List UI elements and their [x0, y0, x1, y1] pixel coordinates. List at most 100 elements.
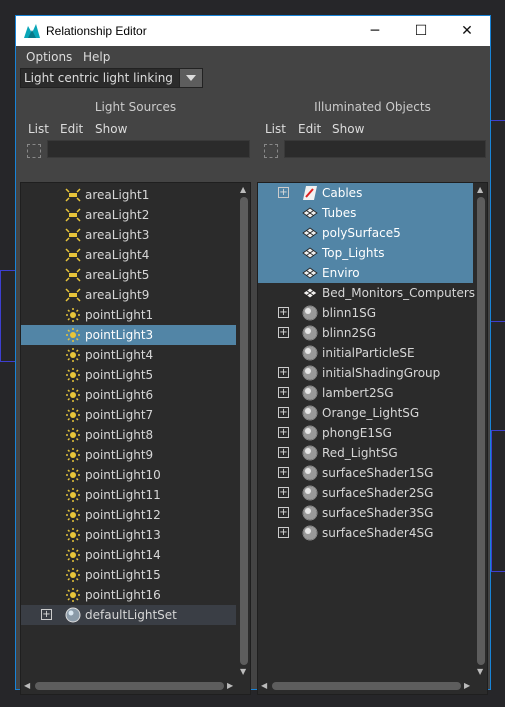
light-source-row[interactable]: pointLight14: [21, 545, 236, 565]
light-source-row[interactable]: areaLight1: [21, 185, 236, 205]
right-horizontal-scrollbar[interactable]: ◀ ▶: [258, 680, 475, 692]
light-source-row[interactable]: pointLight3: [21, 325, 236, 345]
maximize-button[interactable]: ☐: [398, 16, 444, 46]
expand-icon[interactable]: +: [278, 447, 289, 458]
right-menu-list[interactable]: List: [265, 122, 286, 136]
illuminated-object-row[interactable]: + surfaceShader2SG: [258, 483, 473, 503]
filter-icon[interactable]: [264, 144, 278, 158]
menu-help[interactable]: Help: [83, 50, 110, 64]
light-source-row[interactable]: pointLight7: [21, 405, 236, 425]
light-source-row[interactable]: pointLight8: [21, 425, 236, 445]
illuminated-object-row[interactable]: Enviro: [258, 263, 473, 283]
light-source-row[interactable]: pointLight11: [21, 485, 236, 505]
filter-icon[interactable]: [27, 144, 41, 158]
light-source-row[interactable]: pointLight6: [21, 385, 236, 405]
illuminated-object-row[interactable]: + surfaceShader3SG: [258, 503, 473, 523]
scrollbar-thumb[interactable]: [240, 197, 248, 665]
illuminated-object-row[interactable]: + initialShadingGroup: [258, 363, 473, 383]
expand-icon[interactable]: +: [278, 307, 289, 318]
light-source-row[interactable]: areaLight5: [21, 265, 236, 285]
right-menu-edit[interactable]: Edit: [298, 122, 321, 136]
point-light-icon: [65, 545, 81, 565]
expand-icon[interactable]: +: [278, 487, 289, 498]
light-source-label: pointLight15: [85, 568, 161, 582]
illuminated-object-row[interactable]: Tubes: [258, 203, 473, 223]
illuminated-object-row[interactable]: polySurface5: [258, 223, 473, 243]
left-menu-show[interactable]: Show: [95, 122, 127, 136]
light-source-row[interactable]: pointLight5: [21, 365, 236, 385]
scrollbar-thumb[interactable]: [272, 682, 461, 690]
illuminated-object-row[interactable]: + Red_LightSG: [258, 443, 473, 463]
viewport-wireframe: [0, 270, 16, 362]
light-source-row[interactable]: pointLight9: [21, 445, 236, 465]
minimize-button[interactable]: ─: [352, 16, 398, 46]
point-light-icon: [65, 325, 81, 345]
dropdown-arrow-button[interactable]: [179, 68, 203, 88]
scrollbar-thumb[interactable]: [35, 682, 224, 690]
light-sources-filter-input[interactable]: [47, 140, 250, 158]
illuminated-object-row[interactable]: + blinn1SG: [258, 303, 473, 323]
left-horizontal-scrollbar[interactable]: ◀ ▶: [21, 680, 238, 692]
scroll-left-arrow-icon[interactable]: ◀: [261, 681, 267, 691]
linking-mode-dropdown[interactable]: Light centric light linking: [20, 68, 202, 88]
expand-icon[interactable]: +: [278, 467, 289, 478]
scroll-down-arrow-icon[interactable]: ▼: [240, 667, 246, 677]
illuminated-object-row[interactable]: + Cables: [258, 183, 473, 203]
menu-options[interactable]: Options: [26, 50, 72, 64]
illuminated-object-label: surfaceShader2SG: [322, 486, 434, 500]
scroll-left-arrow-icon[interactable]: ◀: [24, 681, 30, 691]
light-source-row[interactable]: areaLight4: [21, 245, 236, 265]
left-menu-list[interactable]: List: [28, 122, 49, 136]
expand-icon[interactable]: +: [41, 609, 52, 620]
light-source-row[interactable]: areaLight3: [21, 225, 236, 245]
expand-icon[interactable]: +: [278, 527, 289, 538]
illuminated-object-row[interactable]: + phongE1SG: [258, 423, 473, 443]
illuminated-object-label: Orange_LightSG: [322, 406, 420, 420]
mesh-icon: [302, 203, 318, 223]
light-source-row[interactable]: pointLight4: [21, 345, 236, 365]
illuminated-object-row[interactable]: initialParticleSE: [258, 343, 473, 363]
light-source-row[interactable]: pointLight16: [21, 585, 236, 605]
expand-icon[interactable]: +: [278, 327, 289, 338]
light-source-row[interactable]: pointLight13: [21, 525, 236, 545]
illuminated-object-row[interactable]: + surfaceShader1SG: [258, 463, 473, 483]
expand-icon[interactable]: +: [278, 507, 289, 518]
light-source-row[interactable]: pointLight12: [21, 505, 236, 525]
light-source-row[interactable]: pointLight1: [21, 305, 236, 325]
scroll-up-arrow-icon[interactable]: ▲: [477, 185, 483, 195]
light-set-icon: [65, 605, 81, 625]
shading-group-icon: [302, 303, 318, 323]
light-source-row[interactable]: areaLight9: [21, 285, 236, 305]
illuminated-object-row[interactable]: + surfaceShader4SG: [258, 523, 473, 543]
light-source-row[interactable]: + defaultLightSet: [21, 605, 236, 625]
expand-icon[interactable]: +: [278, 187, 289, 198]
expand-icon[interactable]: +: [278, 367, 289, 378]
expand-icon[interactable]: +: [278, 387, 289, 398]
left-menu-edit[interactable]: Edit: [60, 122, 83, 136]
light-source-row[interactable]: pointLight15: [21, 565, 236, 585]
expand-icon[interactable]: +: [278, 427, 289, 438]
expand-icon[interactable]: +: [278, 407, 289, 418]
scroll-right-arrow-icon[interactable]: ▶: [227, 681, 233, 691]
illuminated-object-label: phongE1SG: [322, 426, 392, 440]
scrollbar-thumb[interactable]: [477, 197, 485, 665]
scroll-down-arrow-icon[interactable]: ▼: [477, 667, 483, 677]
maya-app-icon: [24, 24, 40, 38]
light-source-row[interactable]: pointLight10: [21, 465, 236, 485]
title-bar[interactable]: Relationship Editor ─ ☐ ✕: [16, 16, 490, 46]
close-button[interactable]: ✕: [444, 16, 490, 46]
illuminated-object-row[interactable]: + blinn2SG: [258, 323, 473, 343]
illuminated-object-row[interactable]: Top_Lights: [258, 243, 473, 263]
illuminated-object-row[interactable]: Bed_Monitors_Computerstand: [258, 283, 487, 303]
right-vertical-scrollbar[interactable]: ▲ ▼: [475, 183, 487, 679]
light-source-row[interactable]: areaLight2: [21, 205, 236, 225]
left-vertical-scrollbar[interactable]: ▲ ▼: [238, 183, 250, 679]
illuminated-objects-filter-input[interactable]: [284, 140, 486, 158]
scroll-up-arrow-icon[interactable]: ▲: [240, 185, 246, 195]
right-menu-show[interactable]: Show: [332, 122, 364, 136]
illuminated-object-row[interactable]: + lambert2SG: [258, 383, 473, 403]
shading-group-icon: [302, 523, 318, 543]
illuminated-object-row[interactable]: + Orange_LightSG: [258, 403, 473, 423]
scroll-right-arrow-icon[interactable]: ▶: [464, 681, 470, 691]
point-light-icon: [65, 405, 81, 425]
